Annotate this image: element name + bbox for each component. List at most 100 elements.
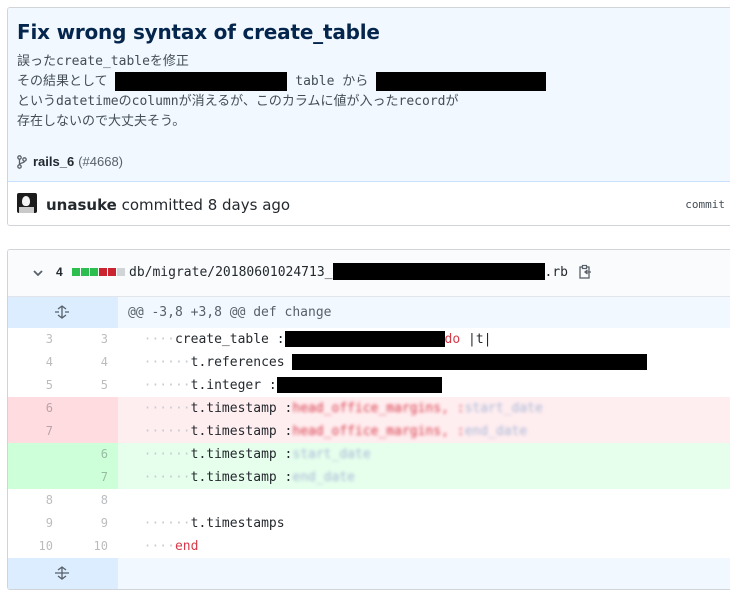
chevron-down-icon[interactable] <box>32 266 44 284</box>
whitespace-marker: ······ <box>143 355 191 370</box>
new-line-number[interactable] <box>63 420 118 443</box>
whitespace-marker: ······ <box>143 401 191 416</box>
diffstat-block-del <box>108 268 116 276</box>
commit-title: Fix wrong syntax of create_table <box>17 20 380 44</box>
keyword: end <box>174 539 199 554</box>
whitespace-marker: ······ <box>143 424 191 439</box>
redacted-block <box>292 353 648 370</box>
code-text: t.integer : <box>190 378 277 393</box>
code-line: ······t.integer : <box>118 374 730 397</box>
old-line-number[interactable]: 3 <box>8 328 63 351</box>
author-link[interactable]: unasuke <box>46 196 117 214</box>
branch-link[interactable]: rails_6 <box>33 154 74 169</box>
code-text: create_table : <box>174 332 285 347</box>
whitespace-marker: ···· <box>143 332 175 347</box>
diff-row-context: 99 ······t.timestamps <box>8 512 730 535</box>
old-line-number[interactable] <box>8 443 63 466</box>
old-line-number[interactable]: 6 <box>8 397 63 420</box>
author-avatar[interactable] <box>17 193 37 213</box>
whitespace-marker: ······ <box>143 378 191 393</box>
new-line-number[interactable]: 10 <box>63 535 118 558</box>
whitespace-marker: ······ <box>143 447 191 462</box>
diff-lines: 33 ····create_table : do |t| 4 4 ······t.re… <box>8 328 730 558</box>
new-line-number[interactable]: 3 <box>63 328 118 351</box>
redacted-block <box>284 330 445 347</box>
blurred-text: start_date <box>464 401 543 416</box>
code-line: ····create_table : do |t| <box>118 328 730 351</box>
diffstat-blocks <box>72 268 125 276</box>
pull-request-link[interactable]: (#4668) <box>78 154 123 169</box>
diff-row-context: 55 ······t.integer : <box>8 374 730 397</box>
old-line-number[interactable]: 4 <box>8 351 63 374</box>
new-line-number[interactable]: 7 <box>63 466 118 489</box>
unfold-up-icon[interactable] <box>54 305 70 323</box>
file-path[interactable]: db/migrate/20180601024713_ .rb <box>129 262 568 280</box>
old-line-number[interactable]: 5 <box>8 374 63 397</box>
new-line-number[interactable]: 4 <box>63 351 118 374</box>
commit-box: Fix wrong syntax of create_table 誤ったcrea… <box>7 7 730 226</box>
diffstat-count: 4 <box>56 265 63 279</box>
code-line: ······t.timestamp :head_office_margins, … <box>118 397 730 420</box>
old-line-number[interactable]: 8 <box>8 489 63 512</box>
description-text: table から <box>287 74 377 89</box>
diff-row-context: 44 ······t.references <box>8 351 730 374</box>
description-line: 誤ったcreate_tableを修正 <box>17 54 189 69</box>
whitespace-marker: ······ <box>143 470 191 485</box>
unfold-down-icon[interactable] <box>54 566 70 584</box>
diff-row-context: 88 <box>8 489 730 512</box>
code-line: ······t.timestamp :head_office_margins, … <box>118 420 730 443</box>
description-line: その結果として table から <box>17 72 547 92</box>
diff-row-addition: 7 ······t.timestamp :end_date <box>8 466 730 489</box>
new-line-number[interactable]: 6 <box>63 443 118 466</box>
redacted-block <box>332 262 545 280</box>
diffstat-block-add <box>81 268 89 276</box>
new-line-number[interactable]: 9 <box>63 512 118 535</box>
keyword: do <box>444 332 461 347</box>
old-line-number[interactable]: 9 <box>8 512 63 535</box>
old-line-number[interactable]: 10 <box>8 535 63 558</box>
git-branch-icon <box>17 154 27 169</box>
description-line: というdatetimeのcolumnが消えるが、このカラムに値が入ったrecor… <box>17 94 459 109</box>
clippy-icon[interactable] <box>578 264 592 285</box>
diff-table: @@ -3,8 +3,8 @@ def change 33 ····create… <box>8 297 730 589</box>
new-line-number[interactable] <box>63 397 118 420</box>
code-line: ······t.timestamps <box>118 512 730 535</box>
code-text: t.timestamp : <box>190 401 293 416</box>
description-text: その結果として <box>17 74 116 89</box>
old-line-number[interactable]: 7 <box>8 420 63 443</box>
diffstat-block-del <box>99 268 107 276</box>
commit-meta: unasuke committed 8 days ago commit <box>8 182 730 225</box>
file-diff: 4 db/migrate/20180601024713_ .rb @@ -3,8 … <box>7 249 730 590</box>
file-path-suffix: .rb <box>544 265 568 280</box>
diffstat-block-add <box>90 268 98 276</box>
diff-row-context: 10 10 ····end <box>8 535 730 558</box>
old-line-number[interactable] <box>8 466 63 489</box>
new-line-number[interactable]: 5 <box>63 374 118 397</box>
hunk-header-text: @@ -3,8 +3,8 @@ def change <box>128 305 332 320</box>
file-header: 4 db/migrate/20180601024713_ .rb <box>8 250 730 297</box>
redacted-block <box>115 72 288 91</box>
code-text: t.timestamps <box>190 516 285 531</box>
whitespace-marker: ···· <box>143 539 175 554</box>
redacted-block <box>276 376 442 393</box>
description-line: 存在しないので大丈夫そう。 <box>17 114 186 129</box>
diff-row-addition: 6 ······t.timestamp :start_date <box>8 443 730 466</box>
code-line: ······t.timestamp :end_date <box>118 466 730 489</box>
code-text: |t| <box>460 332 492 347</box>
commit-description: 誤ったcreate_tableを修正 その結果として table から というd… <box>17 52 547 132</box>
code-text: t.timestamp : <box>190 447 293 462</box>
commit-header: Fix wrong syntax of create_table 誤ったcrea… <box>8 8 730 182</box>
expand-footer-row <box>8 558 730 589</box>
code-line: ······t.timestamp :start_date <box>118 443 730 466</box>
new-line-number[interactable]: 8 <box>63 489 118 512</box>
code-line: ······t.references <box>118 351 730 374</box>
diff-row-deletion: 6 ······t.timestamp :head_office_margins… <box>8 397 730 420</box>
blurred-text: start_date <box>292 447 371 462</box>
blurred-text: head_office_margins, : <box>292 401 465 416</box>
hunk-header-row: @@ -3,8 +3,8 @@ def change <box>8 297 730 328</box>
redacted-block <box>376 72 547 91</box>
diff-row-deletion: 7 ······t.timestamp :head_office_margins… <box>8 420 730 443</box>
commit-action-text: committed 8 days ago <box>121 196 291 214</box>
diffstat-block-add <box>72 268 80 276</box>
